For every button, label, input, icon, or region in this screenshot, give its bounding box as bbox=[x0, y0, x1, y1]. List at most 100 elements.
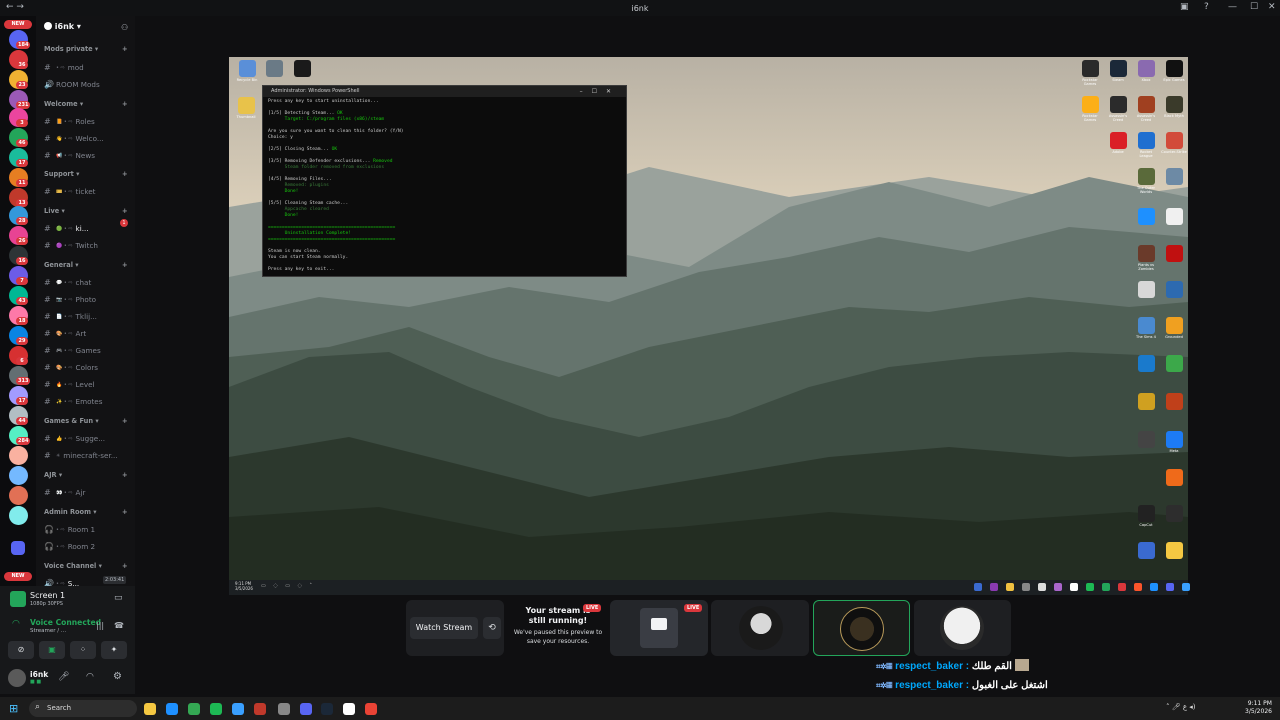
netflix-icon[interactable] bbox=[254, 703, 266, 715]
desktop-icon[interactable] bbox=[1161, 393, 1187, 419]
server-icon[interactable] bbox=[9, 446, 28, 465]
server-name[interactable]: i6nk ▾ bbox=[44, 22, 81, 31]
camera-off-button[interactable]: ⊘ bbox=[8, 641, 34, 659]
help-icon[interactable]: ? bbox=[1204, 2, 1209, 12]
channel-item[interactable]: # 💬 • ⇨ chat bbox=[44, 275, 130, 290]
add-channel-icon[interactable]: + bbox=[122, 45, 128, 53]
desktop-icon[interactable] bbox=[1161, 355, 1187, 381]
desktop-icon[interactable] bbox=[1133, 393, 1159, 419]
category-mods-private[interactable]: Mods private ▾ + bbox=[44, 45, 128, 53]
desktop-icon[interactable]: Thumbnail bbox=[233, 97, 259, 123]
desktop-icon[interactable] bbox=[1161, 505, 1187, 531]
steam-icon[interactable] bbox=[321, 703, 333, 715]
discord-icon[interactable] bbox=[300, 703, 312, 715]
disconnect-icon[interactable]: ☎ bbox=[114, 621, 124, 630]
participant-tile[interactable] bbox=[914, 600, 1011, 656]
channel-item[interactable]: 🎧 • ⇨ Room 2 bbox=[44, 539, 130, 554]
channel-item[interactable]: # 👍 • ⇨ Sugge... bbox=[44, 431, 130, 446]
chat-username[interactable]: respect_baker bbox=[895, 661, 963, 672]
desktop-icon[interactable] bbox=[1161, 281, 1187, 307]
server-icon[interactable] bbox=[9, 466, 28, 485]
add-channel-icon[interactable]: + bbox=[122, 562, 128, 570]
noise-icon[interactable]: ||| bbox=[96, 621, 104, 630]
channel-item[interactable]: # 👋 • ⇨ Welco... bbox=[44, 131, 130, 146]
desktop-icon[interactable] bbox=[1161, 469, 1187, 495]
channel-item[interactable]: # 📢 • ⇨ News bbox=[44, 148, 130, 163]
desktop-icon[interactable]: The Sims 4 bbox=[1133, 317, 1159, 343]
desktop-icon[interactable]: Rockstar Games bbox=[1077, 96, 1103, 122]
close-button[interactable]: ✕ bbox=[1268, 2, 1276, 12]
avatar[interactable] bbox=[8, 669, 26, 687]
headphones-icon[interactable]: ◠ bbox=[86, 672, 94, 682]
desktop-icon[interactable]: Grounded bbox=[1161, 317, 1187, 343]
channel-item[interactable]: 🎧 • ⇨ Room 1 bbox=[44, 522, 130, 537]
category-general[interactable]: General ▾ + bbox=[44, 261, 128, 269]
channel-item[interactable]: # 👀 • ⇨ Ajr bbox=[44, 485, 130, 500]
desktop-icon[interactable] bbox=[1161, 208, 1187, 234]
category-welcome[interactable]: Welcome ▾ + bbox=[44, 100, 128, 108]
popout-icon[interactable]: ⟲ bbox=[483, 617, 501, 639]
desktop-icon[interactable]: Black Myth bbox=[1161, 96, 1187, 122]
channel-item[interactable]: # ✨ • ⇨ Emotes bbox=[44, 394, 130, 409]
monitor-icon[interactable]: ▭ bbox=[114, 593, 123, 603]
powershell-window[interactable]: Administrator: Windows PowerShell –☐✕ Pr… bbox=[262, 85, 627, 277]
desktop-icon[interactable]: Assassin's Creed bbox=[1105, 96, 1131, 122]
channel-item[interactable]: # ✳ minecraft-ser... bbox=[44, 448, 130, 463]
channel-item[interactable]: # 🎨 • ⇨ Colors bbox=[44, 360, 130, 375]
add-channel-icon[interactable]: + bbox=[122, 100, 128, 108]
inbox-icon[interactable]: ▣ bbox=[1180, 2, 1189, 12]
desktop-icon[interactable]: Recycle Bin bbox=[234, 60, 260, 86]
taskbar-search[interactable]: ⌕ Search bbox=[29, 700, 137, 717]
desktop-icon[interactable]: Steam bbox=[1105, 60, 1131, 86]
server-icon[interactable] bbox=[9, 506, 28, 525]
channel-item[interactable]: # 📄 • ⇨ Tklij... bbox=[44, 309, 130, 324]
spotify-icon[interactable] bbox=[210, 703, 222, 715]
activities-button[interactable]: ⁘ bbox=[70, 641, 96, 659]
desktop-icon[interactable]: Plants vs Zombies bbox=[1133, 245, 1159, 271]
channel-item[interactable]: # 🟣 • ⇨ Twitch bbox=[44, 238, 130, 253]
category-support[interactable]: Support ▾ + bbox=[44, 170, 128, 178]
chrome-icon[interactable] bbox=[188, 703, 200, 715]
taskbar-clock[interactable]: 9:11 PM 3/5/2026 bbox=[1245, 700, 1272, 716]
desktop-icon[interactable]: Rockstar Games bbox=[1077, 60, 1103, 86]
desktop-icon[interactable]: Rocket League bbox=[1133, 132, 1159, 158]
powershell-window-controls[interactable]: –☐✕ bbox=[580, 86, 620, 97]
add-channel-icon[interactable]: + bbox=[122, 261, 128, 269]
channel-item[interactable]: # 🎨 • ⇨ Art bbox=[44, 326, 130, 341]
channel-item[interactable]: # 🔥 • ⇨ Level bbox=[44, 377, 130, 392]
desktop-icon[interactable]: Xbox bbox=[1133, 60, 1159, 86]
desktop-icon[interactable]: Adobe bbox=[1105, 132, 1131, 158]
participant-tile-stream[interactable]: LIVE bbox=[610, 600, 708, 656]
category-live[interactable]: Live ▾ + bbox=[44, 207, 128, 215]
desktop-icon[interactable]: Assassin's Creed bbox=[1133, 96, 1159, 122]
add-channel-icon[interactable]: + bbox=[122, 207, 128, 215]
folder-icon[interactable] bbox=[11, 541, 25, 555]
desktop-icon[interactable] bbox=[1133, 281, 1159, 307]
sparkle-icon[interactable] bbox=[278, 703, 290, 715]
desktop-icon[interactable] bbox=[1161, 542, 1187, 568]
desktop-icon[interactable] bbox=[1133, 431, 1159, 457]
file-explorer-icon[interactable] bbox=[144, 703, 156, 715]
desktop-icon[interactable] bbox=[1133, 355, 1159, 381]
channel-item[interactable]: # 📷 • ⇨ Photo bbox=[44, 292, 130, 307]
channel-item[interactable]: # 📙 • ⇨ Roles bbox=[44, 114, 130, 129]
soundboard-button[interactable]: ✦ bbox=[101, 641, 127, 659]
system-tray[interactable]: ˄ 🎤︎ ع ◂) bbox=[1166, 703, 1196, 711]
settings-gear-icon[interactable]: ⚙ bbox=[113, 671, 122, 682]
category-ajr[interactable]: AJR ▾ + bbox=[44, 471, 128, 479]
desktop-icon[interactable]: CapCut bbox=[1133, 505, 1159, 531]
add-member-icon[interactable]: ⚇ bbox=[121, 23, 128, 32]
category-games-fun[interactable]: Games & Fun ▾ + bbox=[44, 417, 128, 425]
chrome-icon[interactable] bbox=[365, 703, 377, 715]
add-channel-icon[interactable]: + bbox=[122, 170, 128, 178]
desktop-icon[interactable] bbox=[289, 60, 315, 86]
channel-item[interactable]: # 🟢 • ⇨ ki... bbox=[44, 221, 130, 236]
start-button[interactable]: ⊞ bbox=[9, 702, 18, 715]
add-channel-icon[interactable]: + bbox=[122, 471, 128, 479]
chat-username[interactable]: respect_baker bbox=[895, 680, 963, 691]
participant-tile[interactable] bbox=[711, 600, 809, 656]
desktop-icon[interactable] bbox=[261, 60, 287, 86]
add-channel-icon[interactable]: + bbox=[122, 508, 128, 516]
microsoft-store-icon[interactable] bbox=[232, 703, 244, 715]
server-icon[interactable] bbox=[9, 486, 28, 505]
